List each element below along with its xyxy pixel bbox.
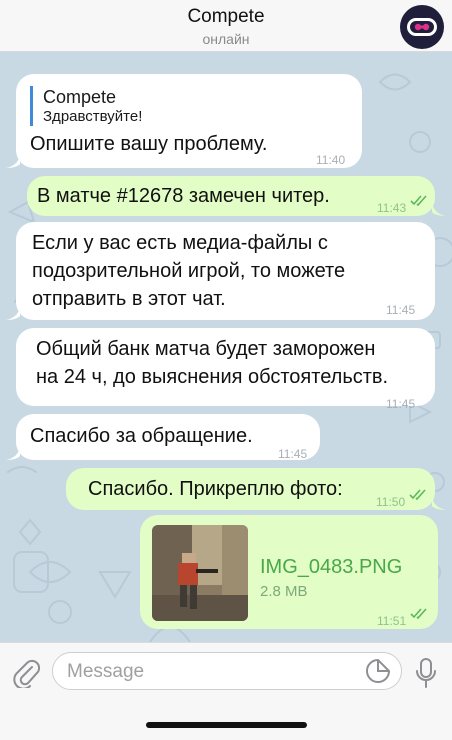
reply-text: Здравствуйте! — [43, 108, 143, 125]
message-bubble[interactable]: Если у вас есть медиа-файлы с подозрител… — [16, 222, 435, 320]
message-bubble[interactable]: Общий банк матча будет заморожен на 24 ч… — [16, 328, 435, 411]
message-bubble[interactable]: Спасибо. Прикреплю фото: 11:50 — [66, 468, 435, 510]
message-text: Спасибо за обращение. — [30, 425, 253, 447]
home-area — [0, 702, 452, 740]
paperclip-icon[interactable] — [12, 658, 40, 688]
message-placeholder: Message — [67, 661, 145, 682]
file-name[interactable]: IMG_0483.PNG — [260, 553, 402, 581]
bubble-tail — [432, 494, 446, 510]
sticker-icon[interactable] — [365, 658, 391, 684]
message-text: В матче #12678 замечен читер. — [37, 185, 330, 207]
logo-icon — [407, 18, 437, 36]
reply-quote[interactable]: Compete Здравствуйте! — [30, 86, 142, 126]
chat-area[interactable]: Compete Здравствуйте! Опишите вашу пробл… — [0, 52, 452, 642]
bubble-tail — [6, 304, 20, 320]
message-time: 11:51 — [377, 614, 407, 628]
bubble-tail — [6, 152, 20, 168]
bubble-tail — [432, 200, 446, 216]
double-check-icon — [409, 489, 426, 500]
message-time: 11:45 — [386, 397, 416, 411]
message-bubble[interactable]: В матче #12678 замечен читер. 11:43 — [27, 176, 435, 216]
message-text: Спасибо. Прикреплю фото: — [88, 478, 343, 500]
message-time: 11:43 — [377, 201, 407, 215]
message-text-line: отправить в этот чат. — [32, 288, 226, 310]
reply-author: Compete — [43, 87, 117, 107]
message-text: Опишите вашу проблему. — [30, 133, 268, 155]
microphone-icon[interactable] — [414, 657, 438, 689]
message-text-line: на 24 ч, до выяснения обстоятельств. — [36, 366, 389, 388]
message-bubble[interactable]: Спасибо за обращение. 11:45 — [16, 414, 320, 461]
message-text-line: подозрительной игрой, то можете — [32, 260, 346, 282]
home-indicator[interactable] — [146, 722, 307, 728]
message-time: 11:50 — [376, 495, 406, 509]
chat-header: Compete онлайн — [0, 0, 452, 52]
message-bubble[interactable]: Compete Здравствуйте! Опишите вашу пробл… — [16, 74, 362, 168]
message-input[interactable]: Message — [52, 652, 402, 690]
file-size: 2.8 MB — [260, 583, 308, 600]
chat-status: онлайн — [202, 31, 250, 47]
image-thumbnail[interactable] — [152, 525, 248, 621]
message-text-line: Если у вас есть медиа-файлы с — [32, 232, 328, 254]
game-screenshot-image — [152, 525, 248, 621]
message-time: 11:40 — [316, 153, 346, 167]
chat-title[interactable]: Compete — [0, 6, 452, 28]
file-message-bubble[interactable]: IMG_0483.PNG 2.8 MB 11:51 — [140, 515, 438, 629]
message-time: 11:45 — [386, 303, 416, 317]
message-text-line: Общий банк матча будет заморожен — [36, 338, 376, 360]
chat-avatar[interactable] — [400, 5, 444, 49]
message-time: 11:45 — [278, 447, 308, 461]
message-input-bar: Message — [0, 642, 452, 702]
double-check-icon — [410, 608, 427, 619]
double-check-icon — [410, 195, 427, 206]
bubble-tail — [6, 444, 20, 460]
